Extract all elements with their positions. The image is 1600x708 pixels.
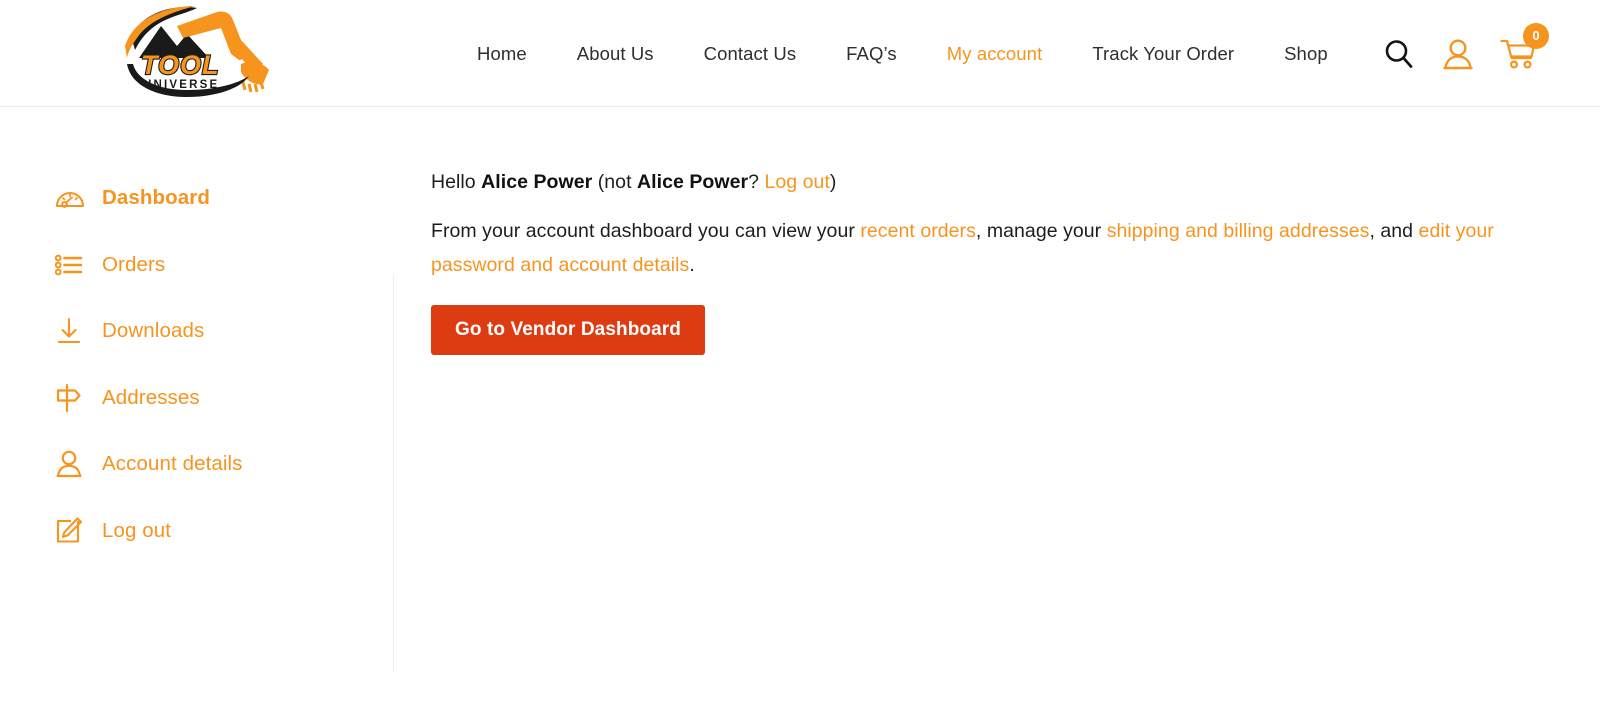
nav-item-my-account[interactable]: My account [922, 0, 1068, 107]
account-content: Hello Alice Power (not Alice Power? Log … [431, 107, 1560, 356]
search-icon[interactable] [1382, 37, 1416, 71]
sidebar-label-dashboard: Dashboard [102, 186, 210, 210]
sidebar-item-log-out[interactable]: Log out [0, 498, 393, 565]
cart-count-badge: 0 [1523, 22, 1549, 49]
nav-item-shop[interactable]: Shop [1259, 0, 1353, 107]
sidebar-label-addresses: Addresses [102, 385, 200, 409]
svg-text:UNIVERSE: UNIVERSE [143, 79, 219, 91]
logout-link[interactable]: Log out [765, 171, 830, 193]
greeting-not-open: (not [592, 171, 638, 193]
sidebar-item-account-details[interactable]: Account details [0, 431, 393, 498]
description-part4: . [689, 254, 695, 276]
go-to-vendor-dashboard-button[interactable]: Go to Vendor Dashboard [431, 304, 705, 356]
greeting-question: ? [748, 171, 765, 193]
download-icon [55, 317, 88, 345]
description-part1: From your account dashboard you can view… [431, 219, 861, 242]
greeting-user-name: Alice Power [481, 171, 593, 193]
svg-text:TOOL: TOOL [141, 50, 220, 80]
nav-item-track-your-order[interactable]: Track Your Order [1067, 0, 1259, 107]
site-header: TOOL UNIVERSE Home About Us Contact Us F… [0, 0, 1600, 107]
sidebar-label-downloads: Downloads [102, 319, 205, 343]
addresses-link[interactable]: shipping and billing addresses [1107, 220, 1370, 242]
tool-universe-logo[interactable]: TOOL UNIVERSE [113, 2, 281, 102]
description-line: From your account dashboard you can view… [431, 214, 1521, 283]
recent-orders-link[interactable]: recent orders [860, 220, 976, 242]
main-navigation: Home About Us Contact Us FAQ’s My accoun… [452, 0, 1353, 107]
nav-item-home[interactable]: Home [452, 0, 552, 107]
nav-item-contact-us[interactable]: Contact Us [679, 0, 822, 107]
sidebar-label-orders: Orders [102, 252, 166, 276]
account-page: Dashboard Orders Downloads Addresses Acc… [0, 107, 1600, 708]
list-icon [55, 252, 88, 278]
greeting-close: ) [829, 171, 837, 193]
greeting-line: Hello Alice Power (not Alice Power? Log … [431, 165, 1521, 200]
sidebar-item-dashboard[interactable]: Dashboard [0, 165, 393, 232]
user-icon[interactable] [1442, 37, 1474, 71]
header-icon-group: 0 [1382, 0, 1549, 107]
account-sidebar: Dashboard Orders Downloads Addresses Acc… [0, 107, 393, 564]
sidebar-item-orders[interactable]: Orders [0, 232, 393, 299]
edit-note-icon [55, 517, 88, 545]
description-part3: , and [1369, 219, 1419, 242]
logo-graphic: TOOL UNIVERSE [125, 6, 269, 97]
gauge-icon [55, 185, 88, 211]
person-icon [55, 449, 88, 479]
sidebar-item-downloads[interactable]: Downloads [0, 298, 393, 365]
signpost-icon [55, 383, 88, 413]
description-part2: , manage your [975, 219, 1107, 242]
sidebar-divider [393, 275, 394, 673]
cart-icon[interactable]: 0 [1500, 22, 1549, 71]
sidebar-label-account-details: Account details [102, 452, 243, 476]
sidebar-item-addresses[interactable]: Addresses [0, 365, 393, 432]
greeting-hello: Hello [431, 171, 482, 193]
greeting-user-name-2: Alice Power [637, 171, 749, 193]
nav-item-faqs[interactable]: FAQ’s [821, 0, 922, 107]
sidebar-label-log-out: Log out [102, 518, 172, 542]
nav-item-about-us[interactable]: About Us [552, 0, 679, 107]
